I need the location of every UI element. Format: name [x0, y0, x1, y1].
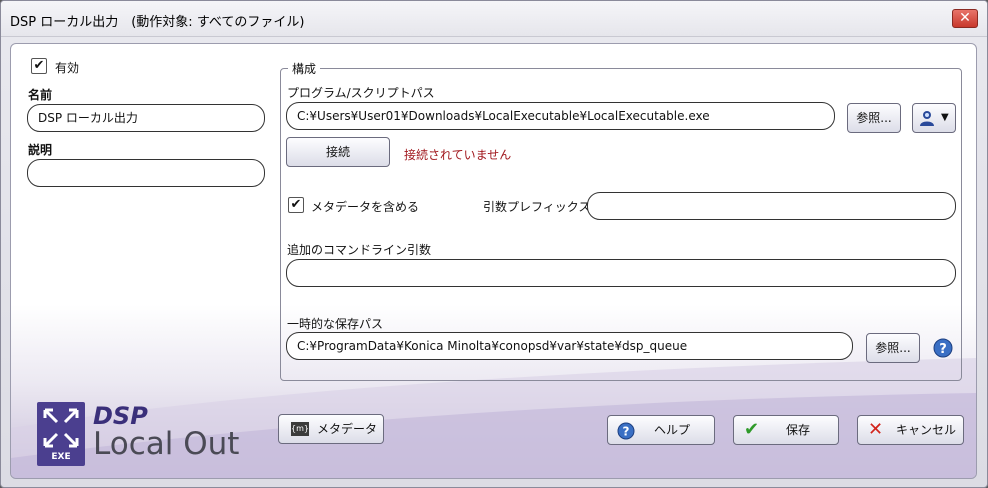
- program-browse-button[interactable]: 参照...: [847, 103, 901, 133]
- description-label: 説明: [28, 143, 53, 157]
- extra-args-input[interactable]: [286, 259, 956, 287]
- chevron-down-icon: ▼: [941, 112, 949, 123]
- svg-text:?: ?: [623, 425, 630, 439]
- logo-subtitle: Local Out: [93, 426, 240, 462]
- connection-status: 接続されていません: [404, 148, 512, 162]
- close-button[interactable]: ✕: [952, 9, 978, 28]
- cancel-button[interactable]: ✕ キャンセル: [857, 415, 964, 445]
- svg-text:?: ?: [939, 342, 947, 357]
- dialog-body: ✔ 有効 名前 DSP ローカル出力 説明 構成 プログラム/スクリプトパス C…: [10, 43, 977, 479]
- metadata-button-label: メタデータ: [317, 422, 378, 436]
- save-button-label: 保存: [786, 423, 811, 437]
- cancel-button-label: キャンセル: [896, 423, 957, 437]
- enabled-label: 有効: [55, 61, 80, 75]
- include-metadata-label: メタデータを含める: [311, 200, 420, 214]
- name-label: 名前: [28, 88, 53, 102]
- arg-prefix-input[interactable]: [587, 192, 956, 220]
- temp-browse-button[interactable]: 参照...: [866, 333, 920, 363]
- checkmark-icon: ✔: [744, 419, 760, 440]
- metadata-icon: {m}: [291, 422, 309, 436]
- dsp-logo: EXE: [37, 402, 85, 466]
- connect-button[interactable]: 接続: [286, 137, 390, 167]
- user-dropdown-button[interactable]: ▼: [912, 103, 956, 133]
- title-bar: DSP ローカル出力 (動作対象: すべてのファイル) ✕: [1, 1, 987, 37]
- help-button[interactable]: ? ヘルプ: [607, 415, 715, 445]
- cancel-x-icon: ✕: [868, 419, 884, 440]
- user-icon: [920, 111, 934, 126]
- enabled-checkbox[interactable]: ✔: [31, 58, 47, 74]
- dialog-window: DSP ローカル出力 (動作対象: すべてのファイル) ✕ ✔ 有効 名前 DS…: [0, 0, 988, 488]
- help-button-label: ヘルプ: [654, 423, 691, 437]
- temp-path-input[interactable]: C:¥ProgramData¥Konica Minolta¥conopsd¥va…: [286, 332, 853, 360]
- temp-path-label: 一時的な保存パス: [287, 317, 384, 331]
- help-circle-icon[interactable]: ?: [933, 338, 953, 358]
- help-icon: ?: [617, 422, 635, 440]
- program-path-input[interactable]: C:¥Users¥User01¥Downloads¥LocalExecutabl…: [286, 102, 835, 130]
- save-button[interactable]: ✔ 保存: [733, 415, 839, 445]
- include-metadata-checkbox[interactable]: ✔: [288, 197, 304, 213]
- window-title: DSP ローカル出力 (動作対象: すべてのファイル): [10, 15, 305, 30]
- logo-badge: EXE: [51, 452, 71, 462]
- extra-args-label: 追加のコマンドライン引数: [287, 243, 432, 257]
- metadata-button[interactable]: {m} メタデータ: [278, 414, 384, 444]
- program-path-label: プログラム/スクリプトパス: [287, 86, 435, 100]
- description-input[interactable]: [27, 159, 265, 187]
- arg-prefix-label: 引数プレフィックス: [483, 200, 591, 214]
- name-input[interactable]: DSP ローカル出力: [27, 104, 265, 132]
- config-legend: 構成: [288, 60, 321, 77]
